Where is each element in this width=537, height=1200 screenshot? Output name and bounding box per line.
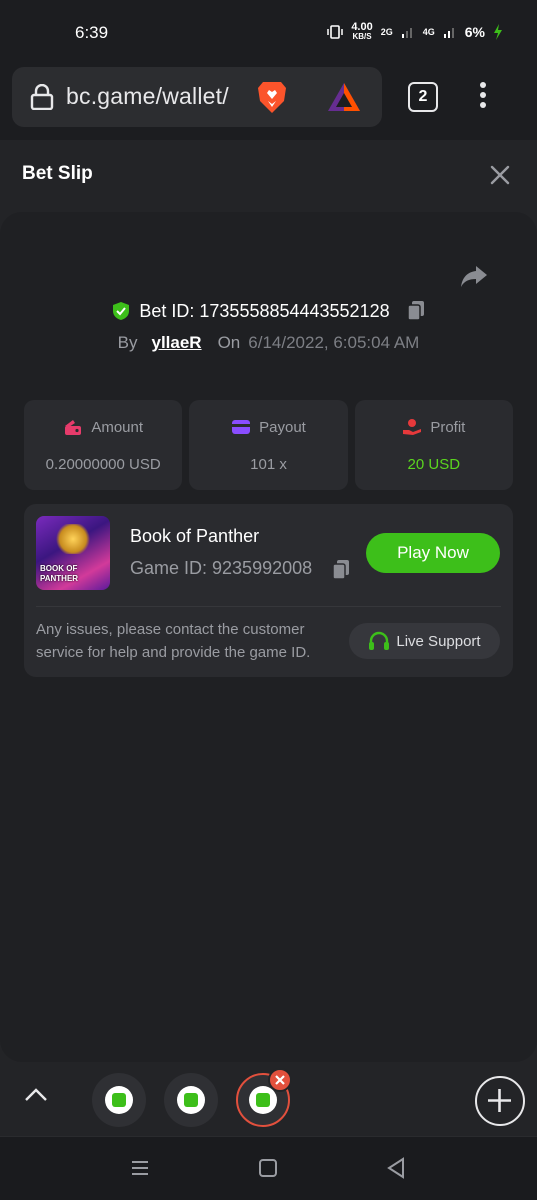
back-icon[interactable] <box>387 1157 405 1179</box>
stat-profit-value: 20 USD <box>407 456 461 473</box>
stat-profit: Profit 20 USD <box>354 400 513 490</box>
tab-bcgame-2[interactable] <box>164 1073 218 1127</box>
live-support-label: Live Support <box>396 632 481 650</box>
bet-slip-header: Bet Slip <box>0 140 537 212</box>
close-icon[interactable] <box>489 164 511 186</box>
copy-game-id-icon[interactable] <box>331 559 351 581</box>
brave-lion-icon[interactable] <box>255 79 289 115</box>
bcgame-logo-icon <box>184 1093 198 1107</box>
brave-rewards-icon[interactable] <box>326 81 362 113</box>
home-icon[interactable] <box>259 1159 277 1177</box>
username-link[interactable]: yllaeR <box>151 333 201 353</box>
signal-icon-2 <box>443 28 454 38</box>
recents-icon[interactable] <box>131 1159 149 1177</box>
bet-slip-panel: Bet ID: 1735558854443552128 By yllaeR On… <box>0 212 537 1062</box>
network-speed: 4.00 KB/S <box>351 22 372 42</box>
game-id: Game ID: 9235992008 <box>130 558 313 578</box>
stat-payout: Payout 101 x <box>189 400 348 490</box>
issues-text: Any issues, please contact the customer … <box>36 621 311 661</box>
url-bar[interactable]: bc.game/wallet/ <box>12 67 382 127</box>
charging-icon <box>494 24 502 40</box>
by-label: By <box>117 333 138 352</box>
stat-profit-label: Profit <box>430 418 466 436</box>
status-time: 6:39 <box>75 23 109 42</box>
net-4g: 4G <box>422 27 435 37</box>
bet-slip-title: Bet Slip <box>22 163 93 184</box>
speed-unit: KB/S <box>352 32 372 41</box>
bet-id: Bet ID: 1735558854443552128 <box>139 300 390 321</box>
close-tab-icon[interactable] <box>268 1068 292 1092</box>
bcgame-logo-icon <box>255 1092 270 1107</box>
vibrate-icon <box>327 25 344 39</box>
share-icon[interactable] <box>460 264 488 288</box>
headset-icon <box>369 631 390 650</box>
bet-slip-body: Bet ID: 1735558854443552128 By yllaeR On… <box>0 212 537 1062</box>
stat-amount: Amount 0.20000000 USD <box>24 400 183 490</box>
system-nav-bar <box>0 1136 537 1200</box>
profit-hand-icon <box>403 419 422 435</box>
signal-icon <box>401 28 412 38</box>
chevron-up-icon[interactable] <box>24 1086 48 1102</box>
divider <box>36 606 501 607</box>
bcgame-logo-icon <box>112 1093 126 1107</box>
url-text[interactable]: bc.game/wallet/ <box>66 83 229 110</box>
amount-icon <box>65 420 82 435</box>
game-name: Book of Panther <box>130 526 260 546</box>
payout-card-icon <box>232 420 251 434</box>
plus-icon <box>488 1089 511 1112</box>
verified-shield-icon <box>113 302 130 320</box>
stat-amount-label: Amount <box>91 418 144 436</box>
speed-value: 4.00 <box>351 21 373 33</box>
net-2g: 2G <box>380 27 393 37</box>
stat-amount-value: 0.20000000 USD <box>45 456 161 473</box>
on-label: On <box>217 333 241 352</box>
game-card: BOOK OF PANTHER Book of Panther Game ID:… <box>24 504 513 677</box>
browser-toolbar: bc.game/wallet/ 2 <box>0 60 537 140</box>
stat-payout-value: 101 x <box>250 456 287 473</box>
tab-bcgame-1[interactable] <box>92 1073 146 1127</box>
status-icons: 4.00 KB/S 2G 4G 6% <box>327 22 503 42</box>
tab-switcher-button[interactable]: 2 <box>408 82 438 112</box>
bet-id-row: Bet ID: 1735558854443552128 <box>0 300 537 322</box>
status-bar: 6:39 4.00 KB/S 2G 4G 6% <box>0 0 537 68</box>
more-vert-icon[interactable] <box>472 80 494 114</box>
stat-payout-label: Payout <box>259 418 306 436</box>
game-thumbnail[interactable]: BOOK OF PANTHER <box>36 516 110 590</box>
live-support-button[interactable]: Live Support <box>349 623 500 659</box>
bet-meta-row: By yllaeR On 6/14/2022, 6:05:04 AM <box>0 333 537 353</box>
bet-stats: Amount 0.20000000 USD Payout 101 x Profi… <box>24 400 513 490</box>
add-tab-button[interactable] <box>475 1076 525 1126</box>
lock-icon[interactable] <box>30 84 54 110</box>
copy-bet-id-icon[interactable] <box>406 300 426 322</box>
play-now-button[interactable]: Play Now <box>366 533 500 573</box>
tab-strip <box>0 1062 537 1136</box>
battery-percent: 6% <box>464 24 485 40</box>
thumbnail-art <box>54 524 92 554</box>
thumbnail-title: BOOK OF PANTHER <box>40 564 79 583</box>
bet-date: 6/14/2022, 6:05:04 AM <box>248 333 420 352</box>
